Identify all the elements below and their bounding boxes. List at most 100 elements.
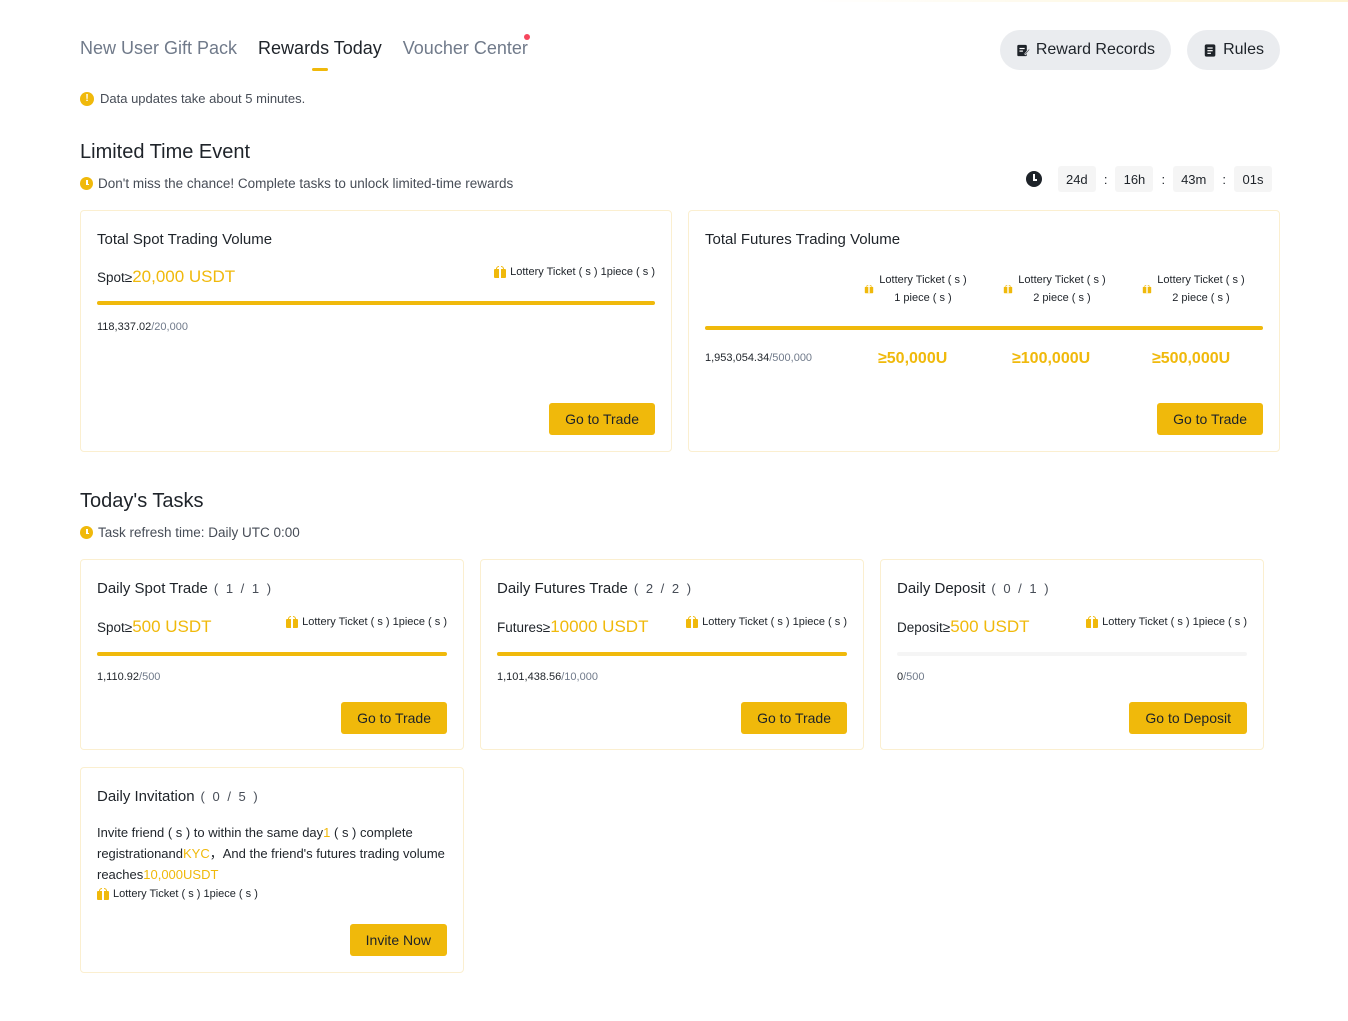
todays-tasks-title: Today's Tasks [80,490,204,512]
tier-reward-line1: Lottery Ticket ( s ) [1157,274,1245,286]
task-progress-bar [897,652,1247,656]
gift-icon [97,888,109,900]
progress-fill [97,301,655,305]
futures-tier-3-reward: Lottery Ticket ( s ) 2 piece ( s ) [1133,271,1253,307]
progress-total: /20,000 [151,321,188,333]
progress-total: /500 [903,671,925,683]
spot-task-go-to-trade-button[interactable]: Go to Trade [341,702,447,734]
timer-clock-icon [1025,171,1042,187]
progress-fill [705,326,1263,330]
notice-text: Data updates take about 5 minutes. [100,91,306,106]
gift-icon [286,616,299,628]
task-reward: Lottery Ticket ( s ) 1piece ( s ) [1086,616,1247,628]
countdown-hours: 16h [1115,166,1154,192]
invitation-description: Invite friend ( s ) to within the same d… [97,822,457,885]
countdown-separator: : [1103,171,1108,187]
tier-reward-line2: 1 piece ( s ) [894,292,952,304]
task-count: ( 1 / 1 ) [213,581,274,596]
futures-tier-2-amount: ≥100,000U [1012,350,1091,367]
reward-text: Lottery Ticket ( s ) 1piece ( s ) [302,616,447,628]
countdown-seconds: 01s [1234,166,1272,192]
card-title: Daily Deposit ( 0 / 1 ) [897,580,1051,597]
invite-now-button[interactable]: Invite Now [349,924,447,956]
reward-records-label: Reward Records [1035,41,1155,58]
task-target: Spot≥500 USDT [97,617,212,637]
tier-reward-line1: Lottery Ticket ( s ) [879,274,967,286]
reward-text: Lottery Ticket ( s ) 1piece ( s ) [1102,616,1247,628]
futures-tier-3-amount: ≥500,000U [1152,350,1231,367]
tab-voucher-label: Voucher Center [402,38,528,58]
spot-progress-bar [97,301,655,305]
tier-reward-line2: 2 piece ( s ) [1172,292,1230,304]
target-prefix: Spot≥ [97,620,133,635]
limited-event-title: Limited Time Event [80,141,251,163]
countdown-separator: : [1161,171,1166,187]
spot-target: Spot≥20,000 USDT [97,267,235,287]
clock-icon [80,177,93,190]
futures-go-to-trade-button[interactable]: Go to Trade [1157,403,1263,435]
progress-current: 1,101,438.56 [497,671,562,683]
target-amount: 10000 USDT [550,617,649,636]
target-prefix: Spot≥ [97,270,133,285]
target-amount: 20,000 USDT [132,267,236,286]
countdown-minutes: 43m [1173,166,1215,192]
futures-progress-bar [705,326,1263,330]
futures-progress-text: 1,953,054.34/500,000 [705,352,812,364]
progress-fill [497,652,847,656]
tier-reward-line1: Lottery Ticket ( s ) [1018,274,1106,286]
tab-new-user-gift-pack[interactable]: New User Gift Pack [80,38,237,59]
gift-icon [1143,284,1152,294]
reward-text: Lottery Ticket ( s ) 1piece ( s ) [702,616,847,628]
task-target: Futures≥10000 USDT [497,617,648,637]
data-update-notice: ! Data updates take about 5 minutes. [80,91,305,106]
task-reward: Lottery Ticket ( s ) 1piece ( s ) [686,616,847,628]
target-amount: 500 USDT [132,617,212,636]
card-title: Daily Futures Trade ( 2 / 2 ) [497,580,693,597]
notification-dot [523,34,530,40]
spot-go-to-trade-button[interactable]: Go to Trade [549,403,655,435]
card-title: Total Spot Trading Volume [97,231,273,248]
rules-icon [1204,43,1216,57]
total-futures-volume-card: Total Futures Trading Volume Lottery Tic… [688,210,1280,452]
card-title: Daily Spot Trade ( 1 / 1 ) [97,580,273,597]
task-title: Daily Invitation [97,788,195,805]
tab-voucher-center[interactable]: Voucher Center [402,34,530,59]
reward-records-button[interactable]: Reward Records [1000,30,1171,70]
task-progress-text: 1,101,438.56/10,000 [497,671,598,683]
reward-text: Lottery Ticket ( s ) 1piece ( s ) [510,266,655,278]
task-count: ( 0 / 5 ) [200,789,260,804]
task-title: Daily Spot Trade [97,580,208,597]
total-spot-volume-card: Total Spot Trading Volume Spot≥20,000 US… [80,210,672,452]
go-to-deposit-button[interactable]: Go to Deposit [1129,702,1247,734]
progress-total: /500 [139,671,161,683]
invitation-reward: Lottery Ticket ( s ) 1piece ( s ) [97,888,258,900]
futures-task-go-to-trade-button[interactable]: Go to Trade [741,702,847,734]
card-title: Daily Invitation ( 0 / 5 ) [97,788,260,805]
rules-button[interactable]: Rules [1187,30,1280,70]
target-prefix: Deposit≥ [897,620,951,635]
task-progress-bar [497,652,847,656]
progress-fill [97,652,447,656]
card-title: Total Futures Trading Volume [705,231,901,248]
clock-icon [80,526,93,539]
desc-highlight: 10,000USDT [143,867,219,882]
gift-icon [494,266,507,278]
progress-current: 1,953,054.34 [705,352,770,364]
task-title: Daily Futures Trade [497,580,628,597]
tier-reward-line2: 2 piece ( s ) [1033,292,1091,304]
futures-tier-1-amount: ≥50,000U [878,350,948,367]
desc-highlight: KYC [183,846,210,861]
spot-progress-text: 118,337.02/20,000 [97,321,188,333]
countdown-days: 24d [1057,166,1096,192]
gift-icon [686,616,699,628]
task-progress-text: 1,110.92/500 [97,671,160,683]
progress-total: /10,000 [561,671,598,683]
tab-rewards-today[interactable]: Rewards Today [258,38,382,71]
progress-current: 1,110.92 [97,671,140,683]
progress-current: 118,337.02 [97,321,152,333]
todays-tasks-subtitle: Task refresh time: Daily UTC 0:00 [80,525,300,540]
task-progress-text: 0/500 [897,671,925,683]
countdown-separator: : [1222,171,1226,187]
daily-deposit-card: Daily Deposit( 0 / 1 ) Deposit≥500 USDT … [880,559,1264,750]
limited-event-subtitle: Don't miss the chance! Complete tasks to… [80,176,513,191]
